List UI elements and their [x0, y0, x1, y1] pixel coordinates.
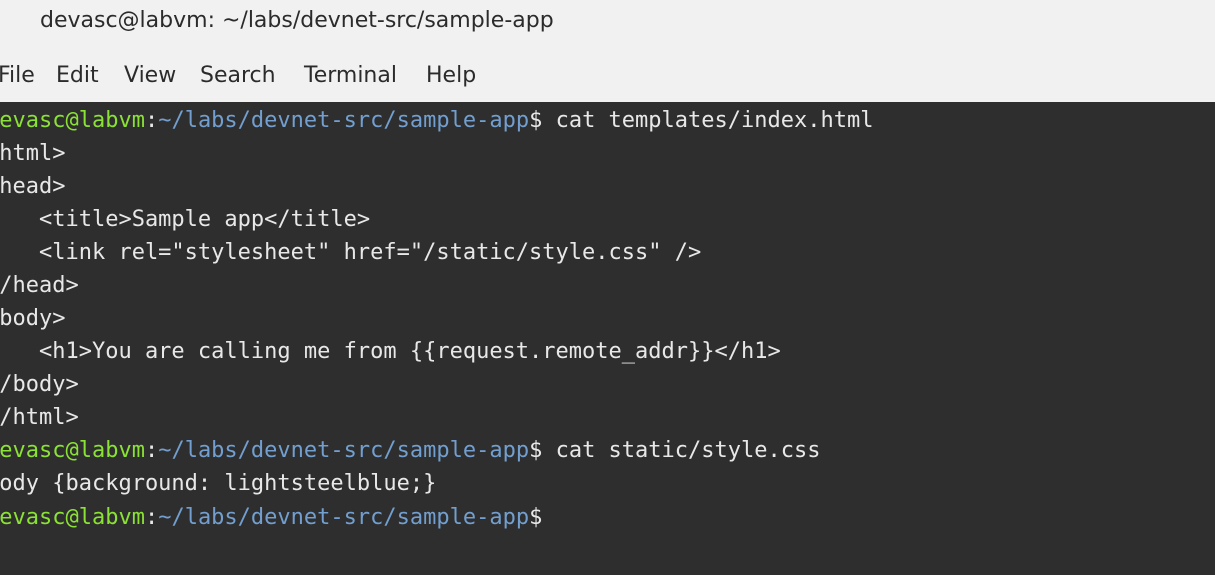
window-title: devasc@labvm: ~/labs/devnet-src/sample-a… [40, 8, 554, 33]
terminal-window: devasc@labvm: ~/labs/devnet-src/sample-a… [0, 0, 1215, 575]
prompt-path: ~/labs/devnet-src/sample-app [158, 438, 530, 463]
title-bar[interactable]: devasc@labvm: ~/labs/devnet-src/sample-a… [0, 0, 1215, 50]
command-line-1: devasc@labvm:~/labs/devnet-src/sample-ap… [0, 104, 873, 137]
prompt-separator: : [144, 108, 159, 133]
prompt-symbol: $ [529, 505, 543, 530]
command-line-2: devasc@labvm:~/labs/devnet-src/sample-ap… [0, 434, 820, 467]
menu-view[interactable]: View [124, 63, 176, 88]
output-line: </html> [0, 405, 79, 430]
prompt-path: ~/labs/devnet-src/sample-app [158, 505, 530, 530]
output-line: body {background: lightsteelblue;} [0, 471, 437, 496]
output-line: <html> [0, 141, 66, 166]
terminal-output-area[interactable]: devasc@labvm:~/labs/devnet-src/sample-ap… [0, 102, 1215, 575]
output-line: </body> [0, 372, 79, 397]
output-line: <link rel="stylesheet" href="/static/sty… [0, 240, 702, 265]
prompt-user: devasc@labvm [0, 505, 145, 530]
prompt-path: ~/labs/devnet-src/sample-app [158, 108, 530, 133]
prompt-user: devasc@labvm [0, 108, 145, 133]
command-line-3[interactable]: devasc@labvm:~/labs/devnet-src/sample-ap… [0, 500, 554, 533]
menu-terminal[interactable]: Terminal [304, 63, 397, 88]
output-line: </head> [0, 273, 79, 298]
menu-edit[interactable]: Edit [56, 63, 99, 88]
prompt-symbol: $ [529, 438, 543, 463]
output-line: <head> [0, 174, 66, 199]
prompt-user: devasc@labvm [0, 438, 145, 463]
menu-search[interactable]: Search [200, 63, 276, 88]
command-text: cat static/style.css [542, 438, 821, 463]
prompt-symbol: $ [529, 108, 543, 133]
menu-bar: File Edit View Search Terminal Help [0, 50, 1215, 102]
prompt-separator: : [144, 438, 159, 463]
output-line: <h1>You are calling me from {{request.re… [0, 339, 781, 364]
menu-help[interactable]: Help [426, 63, 476, 88]
output-line: <body> [0, 306, 66, 331]
menu-file[interactable]: File [0, 63, 35, 88]
prompt-separator: : [144, 505, 159, 530]
command-text: cat templates/index.html [542, 108, 874, 133]
output-line: <title>Sample app</title> [0, 207, 371, 232]
text-cursor [542, 500, 554, 524]
